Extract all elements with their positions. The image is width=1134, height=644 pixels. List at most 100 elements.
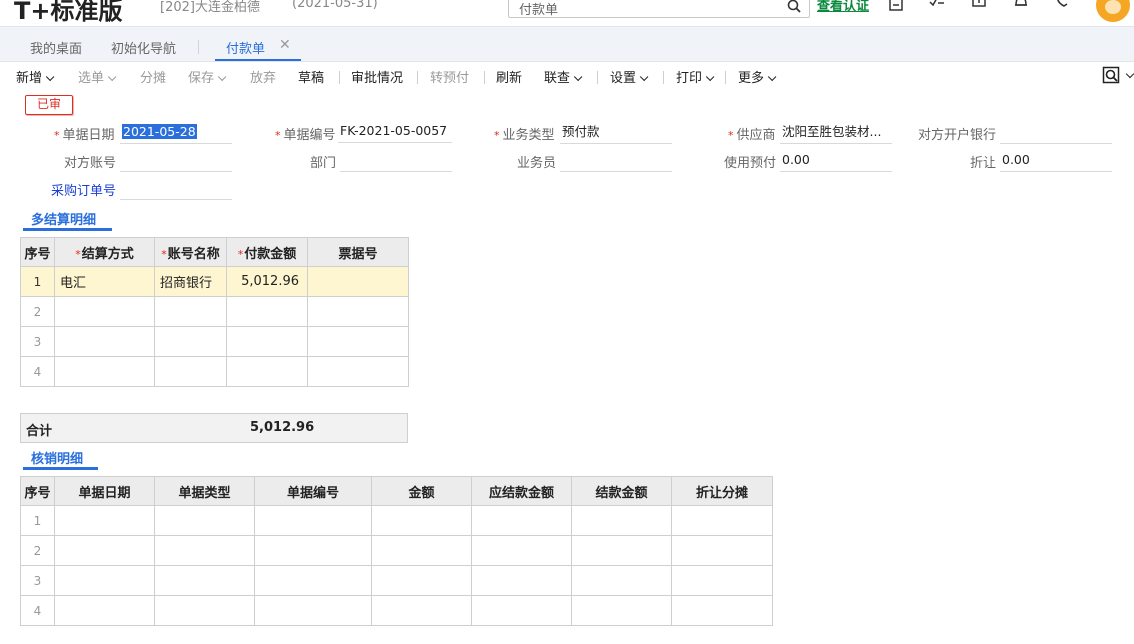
bill-no-cell[interactable] [307, 266, 409, 297]
link-query-button[interactable]: 联查 [544, 67, 583, 86]
table-cell[interactable] [54, 595, 155, 626]
print-button[interactable]: 打印 [676, 67, 715, 86]
table-cell[interactable] [671, 505, 773, 536]
table-cell[interactable] [371, 565, 472, 596]
table-cell[interactable] [471, 505, 572, 536]
table-cell[interactable] [54, 505, 155, 536]
table-cell[interactable] [671, 595, 773, 626]
select-order-button[interactable]: 选单 [78, 67, 117, 86]
table-cell[interactable] [371, 535, 472, 566]
toolbar-divider [417, 71, 418, 84]
table-cell[interactable] [471, 535, 572, 566]
settlement-section-title[interactable]: 多结算明细 [31, 209, 96, 228]
table-cell[interactable] [571, 565, 672, 596]
table-row[interactable]: 3 [20, 565, 773, 596]
table-cell[interactable] [571, 595, 672, 626]
approval-status-button[interactable]: 审批情况 [351, 67, 403, 86]
phone-icon[interactable] [1054, 0, 1072, 12]
use-prepay-field[interactable]: 0.00 [780, 150, 892, 172]
payment-amount-cell[interactable]: 5,012.96 [226, 266, 308, 297]
verify-link[interactable]: 查看认证 [817, 0, 869, 14]
table-row[interactable]: 2 [20, 535, 773, 566]
discount-field[interactable]: 0.00 [1000, 150, 1112, 172]
bell-icon[interactable] [1012, 0, 1030, 12]
tab-payment-slip[interactable]: 付款单 [226, 38, 265, 57]
table-row[interactable]: 1 电汇 招商银行 5,012.96 [20, 266, 409, 297]
account-name-cell[interactable] [154, 326, 227, 357]
bill-no-cell[interactable] [307, 296, 409, 327]
chevron-down-icon[interactable] [1125, 69, 1134, 79]
account-name[interactable]: [202]大连金柏德 [160, 0, 260, 15]
column-header: 结款金额 [571, 476, 672, 506]
search-input[interactable]: 付款单 [508, 0, 810, 18]
table-row[interactable]: 2 [20, 296, 409, 327]
discard-button[interactable]: 放弃 [250, 67, 276, 86]
table-cell[interactable] [471, 565, 572, 596]
supplier-field[interactable]: 沈阳至胜包装材... [780, 122, 892, 144]
account-name-cell[interactable] [154, 296, 227, 327]
table-cell[interactable] [254, 535, 372, 566]
bill-no-cell[interactable] [307, 326, 409, 357]
settlement-method-cell[interactable]: 电汇 [54, 266, 155, 297]
table-cell[interactable] [254, 595, 372, 626]
settlement-method-cell[interactable] [54, 326, 155, 357]
payment-amount-cell[interactable] [226, 296, 308, 327]
table-cell[interactable] [154, 595, 255, 626]
table-cell[interactable] [671, 565, 773, 596]
writeoff-section-title[interactable]: 核销明细 [31, 448, 83, 467]
settlement-method-cell[interactable] [54, 296, 155, 327]
doc-no-field[interactable]: FK-2021-05-0057 [338, 121, 452, 143]
save-button[interactable]: 保存 [188, 67, 227, 86]
po-no-label[interactable]: 采购订单号 [51, 180, 116, 199]
table-row[interactable]: 4 [20, 595, 773, 626]
table-cell[interactable] [571, 535, 672, 566]
table-cell[interactable] [254, 565, 372, 596]
preview-icon[interactable] [1102, 66, 1120, 84]
table-cell[interactable] [54, 535, 155, 566]
table-row[interactable]: 1 [20, 505, 773, 536]
payment-amount-cell[interactable] [226, 326, 308, 357]
table-cell[interactable] [154, 505, 255, 536]
dept-field[interactable] [340, 150, 452, 172]
split-button[interactable]: 分摊 [140, 67, 166, 86]
status-badge: 已审 [25, 95, 73, 115]
table-cell[interactable] [671, 535, 773, 566]
avatar[interactable] [1096, 0, 1130, 22]
table-row[interactable]: 3 [20, 326, 409, 357]
table-row[interactable]: 4 [20, 356, 409, 387]
doc-date-field[interactable]: 2021-05-28 [120, 122, 232, 144]
message-icon[interactable] [970, 0, 988, 12]
counter-account-field[interactable] [120, 150, 232, 172]
task-icon[interactable] [928, 0, 946, 12]
table-cell[interactable] [371, 505, 472, 536]
new-button[interactable]: 新增 [16, 67, 55, 86]
table-cell[interactable] [154, 535, 255, 566]
salesman-field[interactable] [560, 150, 672, 172]
save-icon[interactable] [887, 0, 905, 12]
counter-bank-field[interactable] [1000, 122, 1112, 144]
close-icon[interactable]: ✕ [279, 37, 291, 53]
to-prepay-button[interactable]: 转预付 [430, 67, 469, 86]
table-cell[interactable] [54, 565, 155, 596]
settlement-total-row: 合计 5,012.96 [20, 413, 408, 443]
tab-init-guide[interactable]: 初始化导航 [111, 38, 176, 57]
po-no-field[interactable] [120, 178, 232, 200]
row-index: 1 [20, 266, 55, 297]
payment-amount-cell[interactable] [226, 356, 308, 387]
draft-button[interactable]: 草稿 [298, 67, 324, 86]
table-cell[interactable] [154, 565, 255, 596]
more-button[interactable]: 更多 [738, 67, 777, 86]
biz-type-field[interactable]: 预付款 [560, 122, 672, 144]
settings-button[interactable]: 设置 [610, 67, 649, 86]
account-name-cell[interactable]: 招商银行 [154, 266, 227, 297]
search-icon[interactable] [787, 0, 801, 13]
bill-no-cell[interactable] [307, 356, 409, 387]
table-cell[interactable] [471, 595, 572, 626]
account-name-cell[interactable] [154, 356, 227, 387]
table-cell[interactable] [371, 595, 472, 626]
tab-my-desktop[interactable]: 我的桌面 [30, 38, 82, 57]
settlement-method-cell[interactable] [54, 356, 155, 387]
table-cell[interactable] [571, 505, 672, 536]
refresh-button[interactable]: 刷新 [496, 67, 522, 86]
table-cell[interactable] [254, 505, 372, 536]
